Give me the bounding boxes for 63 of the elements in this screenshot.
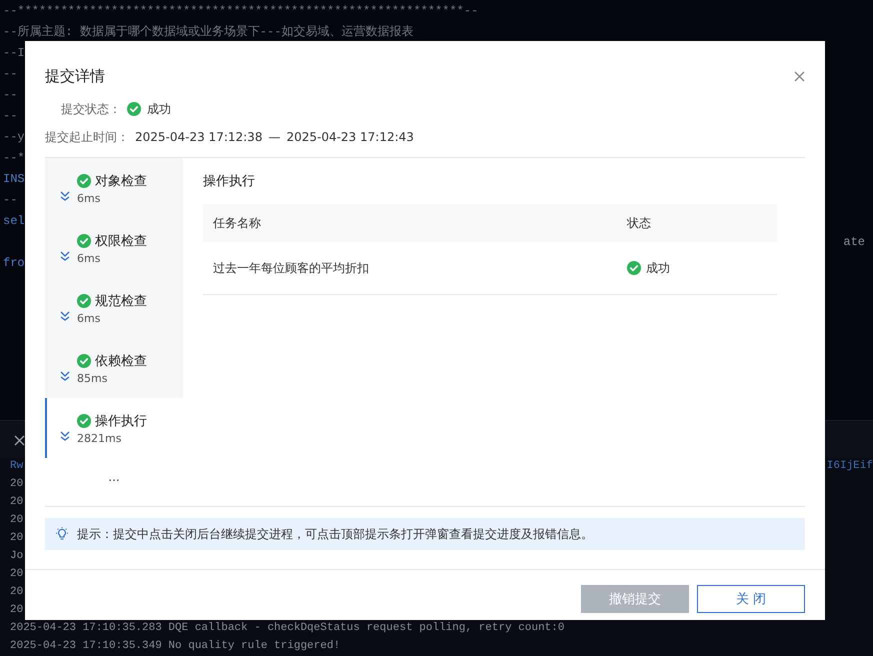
- code-line: sel: [3, 213, 25, 230]
- code-line: fro: [3, 255, 25, 272]
- step-item[interactable]: 操作执行 2821ms: [45, 398, 183, 458]
- down-arrow-icon: [59, 309, 71, 321]
- end-time: 2025-04-23 17:12:43: [286, 130, 414, 144]
- code-line: --**************************************************************--: [3, 3, 478, 20]
- start-time: 2025-04-23 17:12:38: [135, 130, 262, 144]
- status-value: 成功: [147, 100, 171, 118]
- more-steps[interactable]: ...: [108, 470, 120, 484]
- code-line: INS: [3, 171, 25, 188]
- down-arrow-icon: [59, 429, 71, 441]
- section-title: 操作执行: [203, 173, 256, 191]
- lightbulb-icon: [55, 527, 69, 541]
- step-item[interactable]: 对象检查 6ms: [45, 158, 183, 218]
- column-header: 任务名称: [203, 204, 617, 242]
- log-line: 2025-04-23 17:10:35.349 No quality rule triggered!: [10, 640, 340, 652]
- code-line: --*: [3, 150, 25, 167]
- code-line: --: [3, 66, 18, 83]
- close-button[interactable]: [794, 70, 805, 82]
- code-line: --: [3, 87, 18, 104]
- time-range-label: 提交起止时间：: [45, 128, 129, 146]
- log-line: 20: [10, 478, 24, 490]
- step-duration: 6ms: [77, 192, 102, 204]
- close-icon[interactable]: [14, 435, 25, 446]
- step-duration: 85ms: [77, 372, 108, 384]
- step-name: 规范检查: [95, 292, 147, 310]
- code-line: --: [3, 192, 18, 209]
- step-name: 对象检查: [95, 172, 147, 190]
- column-header: 状态: [617, 204, 777, 242]
- step-item[interactable]: 依赖检查 85ms: [45, 338, 183, 398]
- table-cell: 过去一年每位顾客的平均折扣: [203, 242, 617, 294]
- status-text: 成功: [646, 260, 670, 276]
- code-line: --I: [3, 45, 25, 62]
- code-line: --所属主题: 数据属于哪个数据域或业务场景下---如交易域、运营数据报表: [3, 24, 414, 41]
- step-name: 操作执行: [95, 412, 147, 430]
- log-line: Jo: [10, 550, 24, 562]
- code-line: ate: [843, 234, 865, 251]
- log-line: 20: [10, 514, 24, 526]
- step-item[interactable]: 权限检查 6ms: [45, 218, 183, 278]
- log-line: 20: [10, 604, 24, 616]
- log-tab[interactable]: Rw: [10, 457, 24, 475]
- step-duration: 6ms: [77, 312, 102, 324]
- close-button[interactable]: 关 闭: [697, 585, 805, 613]
- step-item[interactable]: 规范检查 6ms: [45, 278, 183, 338]
- status-label: 提交状态：: [60, 100, 121, 118]
- log-tab[interactable]: I6IjEif: [826, 457, 873, 475]
- down-arrow-icon: [59, 369, 71, 381]
- down-arrow-icon: [59, 189, 71, 201]
- time-separator: —: [268, 130, 280, 144]
- code-line: --: [3, 108, 18, 125]
- code-line: --y: [3, 129, 25, 146]
- log-line: 20: [10, 532, 24, 544]
- log-line: 20: [10, 568, 24, 580]
- log-line: 20: [10, 586, 24, 598]
- log-line: 20: [10, 496, 24, 508]
- step-duration: 6ms: [77, 252, 102, 264]
- down-arrow-icon: [59, 249, 71, 261]
- tip-text: 提示：提交中点击关闭后台继续提交进程，可点击顶部提示条打开弹窗查看提交进度及报错信息。: [77, 526, 593, 542]
- log-line: 2025-04-23 17:10:35.283 DQE callback - checkDqeStatus request polling, retry count:0: [10, 622, 564, 634]
- step-name: 权限检查: [95, 232, 147, 250]
- dialog-title: 提交详情: [45, 66, 105, 86]
- step-duration: 2821ms: [77, 432, 122, 444]
- step-name: 依赖检查: [95, 352, 147, 370]
